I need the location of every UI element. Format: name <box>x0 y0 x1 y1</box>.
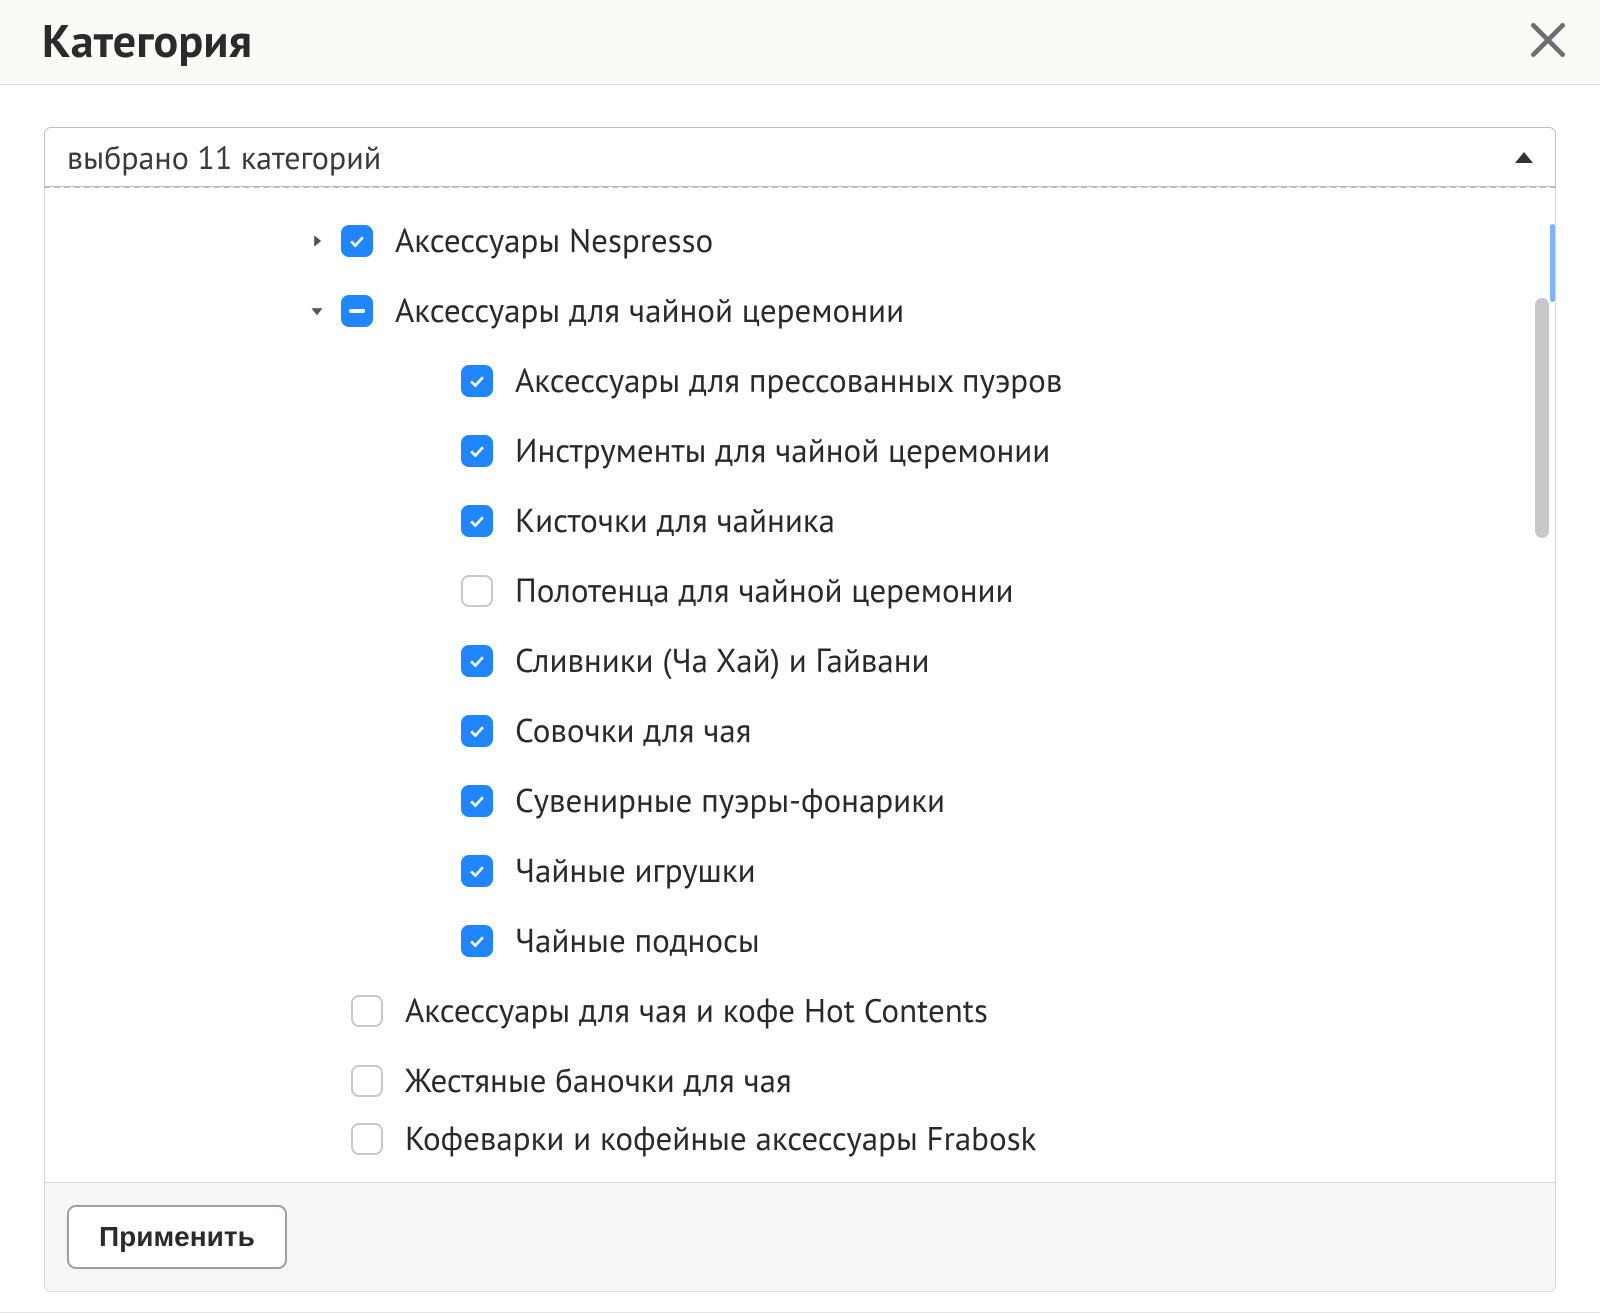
checkbox[interactable] <box>461 365 493 397</box>
checkbox[interactable] <box>461 855 493 887</box>
chevron-right-icon[interactable] <box>299 234 335 248</box>
tree-item-label: Совочки для чая <box>515 714 751 747</box>
chevron-up-icon <box>1515 152 1533 163</box>
modal-title: Категория <box>42 10 252 70</box>
tree-item-label: Кисточки для чайника <box>515 504 835 537</box>
category-modal: Категория выбрано 11 категорий Аксессуар… <box>0 0 1600 1313</box>
modal-body: выбрано 11 категорий Аксессуары Nespress… <box>0 85 1600 1313</box>
tree-item-label: Аксессуары для чая и кофе Hot Contents <box>405 994 988 1027</box>
tree-item-label: Сливники (Ча Хай) и Гайвани <box>515 644 930 677</box>
tree-row[interactable]: Чайные игрушки <box>45 836 1555 906</box>
dropdown-footer: Применить <box>45 1182 1555 1291</box>
checkbox[interactable] <box>461 505 493 537</box>
modal-header: Категория <box>0 0 1600 85</box>
tree-item-label: Аксессуары для прессованных пуэров <box>515 364 1062 397</box>
checkbox[interactable] <box>341 225 373 257</box>
tree-row[interactable]: Кофеварки и кофейные аксессуары Frabosk <box>45 1116 1555 1162</box>
checkbox[interactable] <box>461 575 493 607</box>
tree-item-label: Чайные игрушки <box>515 854 756 887</box>
tree-row[interactable]: Аксессуары для чайной церемонии <box>45 276 1555 346</box>
tree-item-label: Полотенца для чайной церемонии <box>515 574 1014 607</box>
tree-row[interactable]: Полотенца для чайной церемонии <box>45 556 1555 626</box>
tree-row[interactable]: Аксессуары для чая и кофе Hot Contents <box>45 976 1555 1046</box>
checkbox[interactable] <box>341 295 373 327</box>
checkbox[interactable] <box>351 995 383 1027</box>
tree-item-label: Кофеварки и кофейные аксессуары Frabosk <box>405 1122 1036 1155</box>
tree-item-label: Сувенирные пуэры-фонарики <box>515 784 945 817</box>
checkbox[interactable] <box>461 645 493 677</box>
tree-row[interactable]: Сливники (Ча Хай) и Гайвани <box>45 626 1555 696</box>
category-dropdown: Аксессуары Nespresso Аксессуары для чайно… <box>44 188 1556 1293</box>
category-select-header[interactable]: выбрано 11 категорий <box>44 127 1556 187</box>
apply-button[interactable]: Применить <box>67 1205 287 1269</box>
tree-row[interactable]: Аксессуары для прессованных пуэров <box>45 346 1555 416</box>
tree-item-label: Жестяные баночки для чая <box>405 1064 792 1097</box>
tree-item-label: Аксессуары Nespresso <box>395 224 713 257</box>
category-tree: Аксессуары Nespresso Аксессуары для чайно… <box>45 188 1555 1183</box>
tree-row[interactable]: Чайные подносы <box>45 906 1555 976</box>
close-icon[interactable] <box>1526 18 1570 62</box>
tree-row[interactable]: Кисточки для чайника <box>45 486 1555 556</box>
tree-item-label: Аксессуары для чайной церемонии <box>395 294 904 327</box>
tree-row[interactable]: Инструменты для чайной церемонии <box>45 416 1555 486</box>
checkbox[interactable] <box>461 925 493 957</box>
tree-row[interactable]: Аксессуары Nespresso <box>45 206 1555 276</box>
chevron-down-icon[interactable] <box>299 304 335 318</box>
checkbox[interactable] <box>351 1065 383 1097</box>
category-select-summary: выбрано 11 категорий <box>67 136 381 178</box>
tree-row[interactable]: Сувенирные пуэры-фонарики <box>45 766 1555 836</box>
tree-row[interactable]: Совочки для чая <box>45 696 1555 766</box>
checkbox[interactable] <box>461 785 493 817</box>
tree-item-label: Чайные подносы <box>515 924 760 957</box>
tree-item-label: Инструменты для чайной церемонии <box>515 434 1050 467</box>
checkbox[interactable] <box>461 435 493 467</box>
checkbox[interactable] <box>461 715 493 747</box>
checkbox[interactable] <box>351 1123 383 1155</box>
tree-row[interactable]: Жестяные баночки для чая <box>45 1046 1555 1116</box>
